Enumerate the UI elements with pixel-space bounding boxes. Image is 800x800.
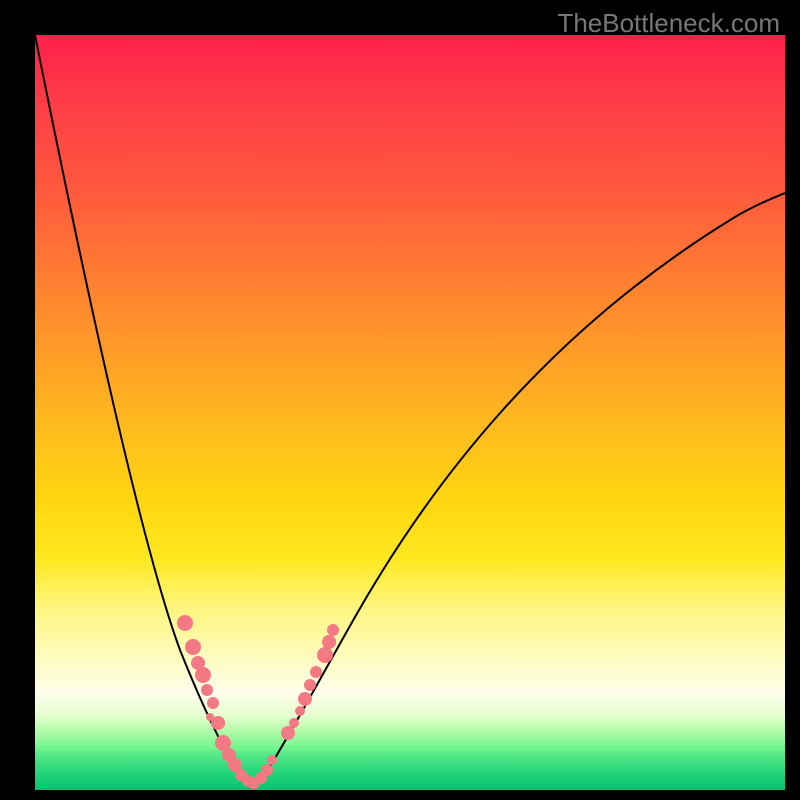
data-marker — [298, 692, 312, 706]
data-marker — [295, 706, 305, 716]
chart-frame: TheBottleneck.com — [0, 0, 800, 800]
data-marker — [177, 615, 193, 631]
data-marker — [207, 697, 219, 709]
data-marker — [317, 647, 333, 663]
marker-layer — [35, 35, 785, 790]
data-marker — [310, 666, 322, 678]
data-marker — [185, 639, 201, 655]
data-marker — [281, 726, 295, 740]
data-marker — [261, 764, 273, 776]
data-marker — [267, 755, 277, 765]
data-marker — [201, 684, 213, 696]
data-marker — [304, 679, 316, 691]
data-marker — [327, 624, 339, 636]
data-marker — [322, 635, 336, 649]
data-marker — [211, 716, 225, 730]
data-marker — [195, 667, 211, 683]
watermark-text: TheBottleneck.com — [557, 8, 780, 39]
plot-area — [35, 35, 785, 790]
data-marker — [289, 718, 299, 728]
